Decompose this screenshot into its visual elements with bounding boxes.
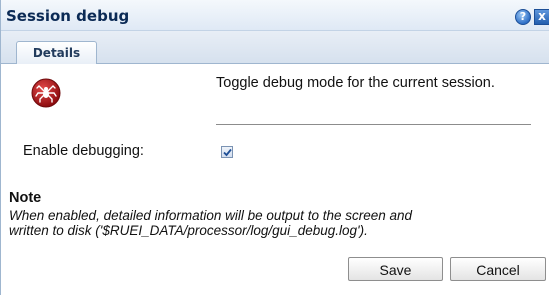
debug-spider-icon bbox=[31, 78, 61, 108]
section-divider bbox=[216, 124, 531, 125]
tab-details[interactable]: Details bbox=[16, 41, 97, 64]
enable-debugging-checkbox[interactable] bbox=[221, 146, 233, 158]
cancel-button[interactable]: Cancel bbox=[450, 257, 546, 281]
dialog-titlebar: Session debug ? x bbox=[1, 0, 549, 31]
save-button[interactable]: Save bbox=[348, 257, 443, 281]
note-line-2: written to disk ('$RUEI_DATA/processor/l… bbox=[9, 223, 368, 238]
enable-debugging-label: Enable debugging: bbox=[23, 143, 144, 159]
session-debug-dialog: Session debug ? x Details Toggle debug m… bbox=[0, 0, 549, 295]
help-icon[interactable]: ? bbox=[515, 9, 531, 25]
intro-text: Toggle debug mode for the current sessio… bbox=[216, 75, 495, 91]
dialog-title: Session debug bbox=[6, 7, 130, 25]
tab-strip: Details bbox=[1, 31, 549, 64]
note-line-1: When enabled, detailed information will … bbox=[9, 208, 413, 223]
note-heading: Note bbox=[9, 190, 42, 206]
checkmark-icon bbox=[223, 148, 232, 157]
note-text: When enabled, detailed information will … bbox=[9, 208, 549, 238]
close-icon[interactable]: x bbox=[534, 9, 549, 25]
